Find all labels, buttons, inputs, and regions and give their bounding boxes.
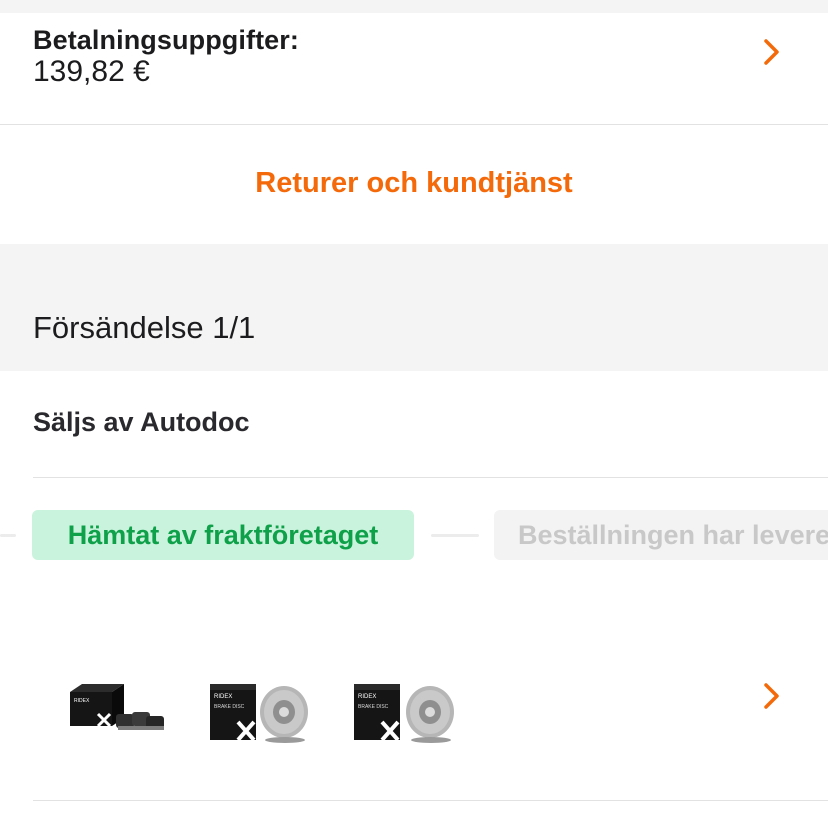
seller-row: Säljs av Autodoc — [0, 371, 828, 478]
returns-row: Returer och kundtjänst — [0, 125, 828, 244]
status-step-delivered: Beställningen har levererats — [494, 510, 828, 560]
product-box-label: BRAKE DISC — [358, 704, 389, 710]
brake-disc-icon: RIDEX BRAKE DISC — [204, 678, 324, 753]
chevron-right-icon[interactable] — [761, 681, 783, 711]
divider — [33, 800, 828, 801]
shipment-title: Försändelse 1/1 — [33, 310, 256, 345]
brake-disc-icon: RIDEX BRAKE DISC — [348, 678, 468, 753]
product-brand-label: RIDEX — [74, 698, 90, 704]
payment-label: Betalningsuppgifter: — [33, 25, 299, 55]
shipment-status-tracker: Hämtat av fraktföretaget Beställningen h… — [0, 478, 828, 578]
product-brand-label: RIDEX — [358, 694, 376, 700]
status-connector — [431, 534, 479, 537]
payment-details-row[interactable]: Betalningsuppgifter: 139,82 € — [0, 13, 828, 124]
product-box-label: BRAKE DISC — [214, 704, 245, 710]
status-step-picked-up: Hämtat av fraktföretaget — [32, 510, 414, 560]
payment-amount: 139,82 € — [33, 55, 150, 88]
status-connector — [0, 534, 16, 537]
shipment-products-row[interactable]: RIDEX RIDEX BRAKE DISC RIDEX BRAKE DISC — [0, 578, 828, 800]
brake-pads-icon: RIDEX — [58, 678, 178, 753]
seller-text: Säljs av Autodoc — [33, 407, 250, 437]
top-section-strip — [0, 0, 828, 13]
chevron-right-icon[interactable] — [761, 37, 783, 67]
returns-customer-service-link[interactable]: Returer och kundtjänst — [0, 167, 828, 200]
shipment-header: Försändelse 1/1 — [0, 244, 828, 371]
product-brand-label: RIDEX — [214, 694, 232, 700]
